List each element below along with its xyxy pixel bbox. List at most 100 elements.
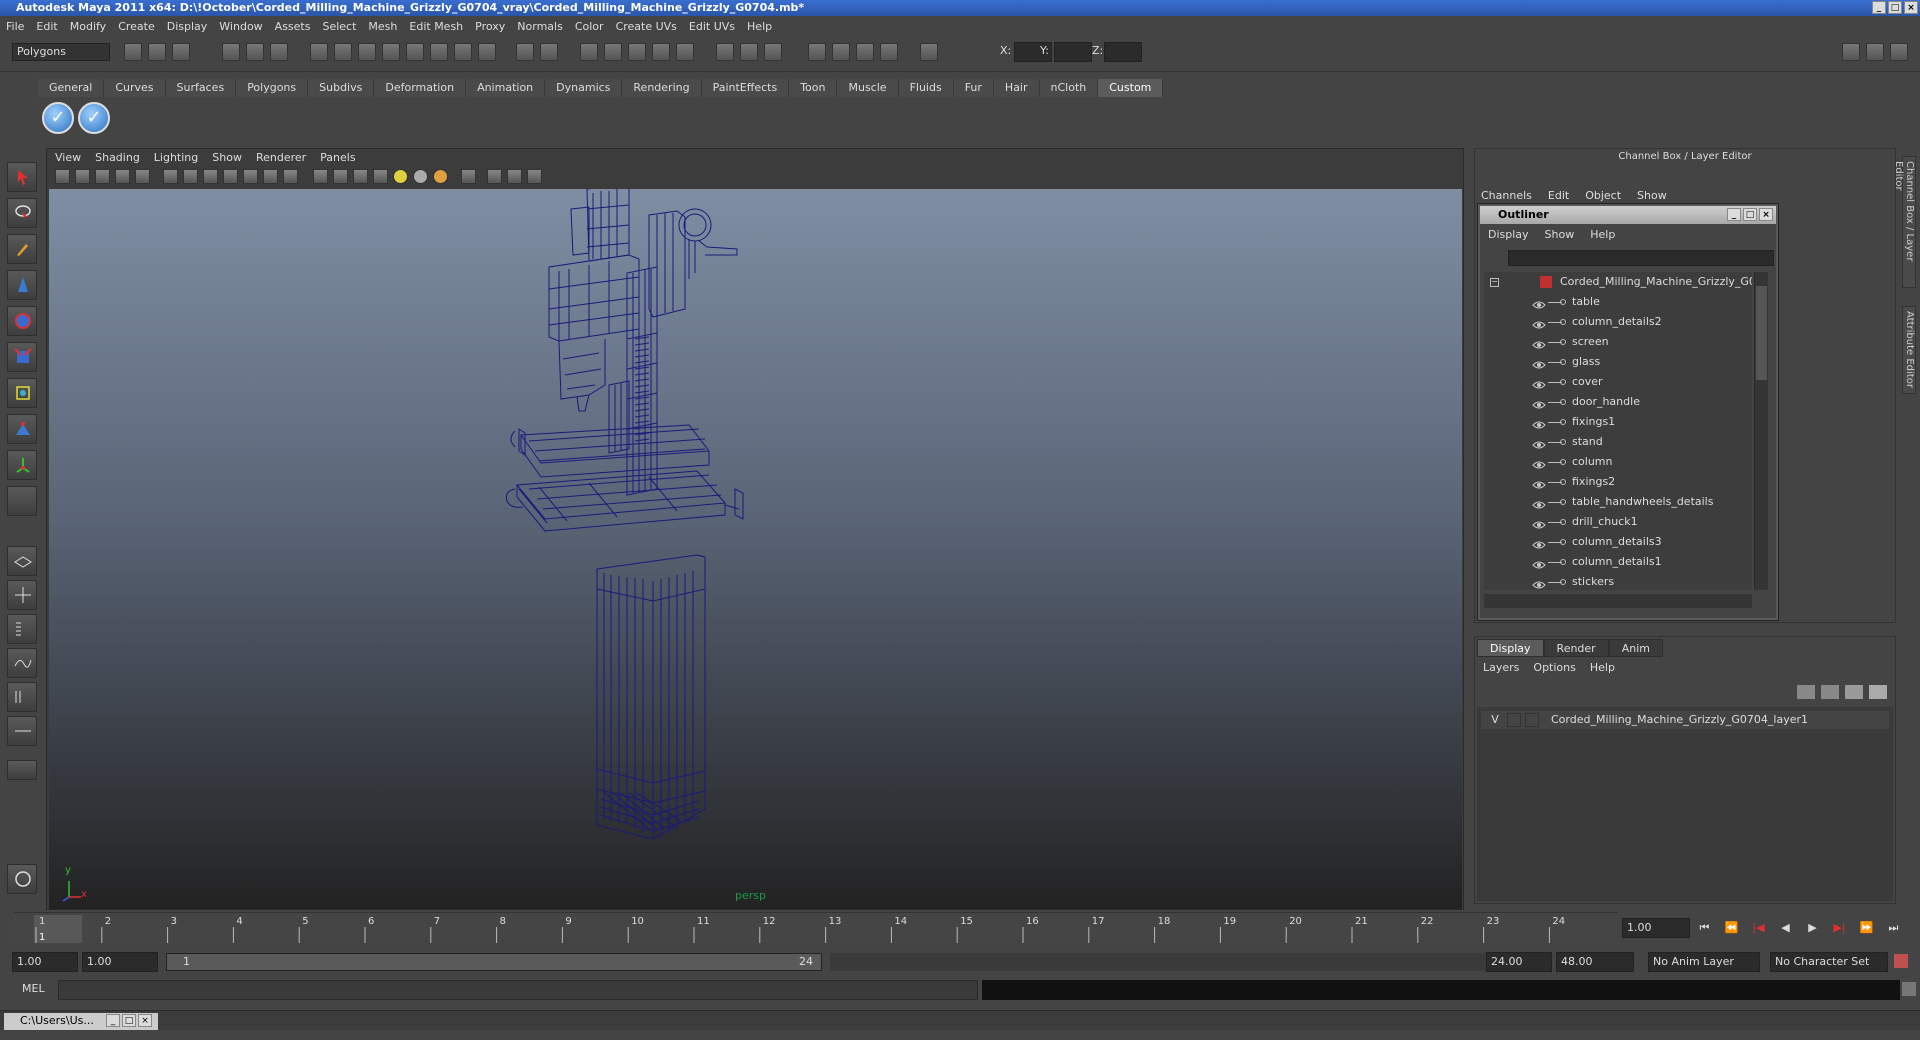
shelf-tab-ncloth[interactable]: nCloth [1039, 79, 1099, 97]
maximize-button[interactable]: □ [1888, 1, 1902, 14]
gate-mask-icon[interactable] [223, 169, 238, 184]
rename-icon[interactable] [764, 43, 782, 61]
safe-action-icon[interactable] [263, 169, 278, 184]
range-start-field[interactable]: 1.00 [12, 952, 78, 972]
panel-menu-view[interactable]: View [55, 149, 81, 167]
layer-row[interactable]: V Corded_Milling_Machine_Grizzly_G0704_l… [1481, 711, 1889, 729]
shelf-tab-fur[interactable]: Fur [953, 79, 994, 97]
layer-help-menu[interactable]: Help [1590, 661, 1615, 674]
share-icon[interactable] [527, 169, 542, 184]
shelf-tab-general[interactable]: General [38, 79, 105, 97]
layer-visibility-toggle[interactable]: V [1487, 711, 1503, 729]
image-plane-icon[interactable] [115, 169, 130, 184]
panel-menu-lighting[interactable]: Lighting [154, 149, 198, 167]
rotate-tool-icon[interactable] [7, 306, 37, 336]
move-layer-up-icon[interactable] [1797, 685, 1815, 699]
move-layer-down-icon[interactable] [1821, 685, 1839, 699]
mel-label[interactable]: MEL [22, 982, 45, 995]
outliner-root-item[interactable]: − Corded_Milling_Machine_Grizzly_G0704 [1484, 272, 1752, 292]
toggle-channel-box-icon[interactable] [1842, 43, 1860, 61]
layout-four-icon[interactable] [7, 580, 37, 610]
outliner-menu-help[interactable]: Help [1590, 228, 1615, 241]
outliner-item[interactable]: column_details3 [1484, 532, 1752, 552]
channels-menu[interactable]: Channels [1481, 189, 1532, 202]
menu-display[interactable]: Display [167, 20, 208, 33]
outliner-item[interactable]: table_handwheels_details [1484, 492, 1752, 512]
new-layer-from-selection-icon[interactable] [1869, 685, 1887, 699]
select-tool-icon[interactable] [7, 162, 37, 192]
outliner-menu-show[interactable]: Show [1545, 228, 1575, 241]
shelf-tab-muscle[interactable]: Muscle [837, 79, 899, 97]
isolate-select-icon[interactable] [507, 169, 522, 184]
outliner-minimize-button[interactable]: _ [1727, 208, 1741, 221]
shelf-tab-surfaces[interactable]: Surfaces [165, 79, 237, 97]
shelf-check-icon-1[interactable]: ✓ [42, 102, 74, 134]
side-tab-attribute-editor[interactable]: Attribute Editor [1902, 306, 1916, 394]
outliner-item[interactable]: column_details1 [1484, 552, 1752, 572]
step-back-key-icon[interactable]: |◀ [1748, 920, 1769, 936]
scale-tool-icon[interactable] [7, 342, 37, 372]
outliner-item[interactable]: screen [1484, 332, 1752, 352]
step-forward-frame-icon[interactable]: ⏩ [1856, 920, 1877, 936]
wireframe-shading-icon[interactable] [313, 169, 328, 184]
outliner-vertical-scrollbar[interactable] [1754, 272, 1768, 590]
bookmark-icon[interactable] [95, 169, 110, 184]
xray-icon[interactable] [461, 169, 476, 184]
default-lighting-icon[interactable] [393, 169, 408, 184]
wireframe-icon[interactable] [832, 43, 850, 61]
script-editor-icon[interactable] [1902, 982, 1916, 996]
time-slider[interactable]: 1 2 3 4 5 6 7 8 9 10 11 12 13 14 15 16 17 18 19 20 21 22 23 24 1 [14, 912, 1618, 944]
menu-set-dropdown[interactable]: Polygons [12, 43, 110, 61]
field-chart-icon[interactable] [243, 169, 258, 184]
outliner-item[interactable]: drill_chuck1 [1484, 512, 1752, 532]
smooth-shading-icon[interactable] [333, 169, 348, 184]
outliner-item[interactable]: fixings2 [1484, 472, 1752, 492]
film-gate-icon[interactable] [183, 169, 198, 184]
snap-point-icon[interactable] [358, 43, 376, 61]
select-by-component-icon[interactable] [270, 43, 288, 61]
shelf-tab-custom[interactable]: Custom [1098, 79, 1164, 97]
scrollbar-thumb[interactable] [1756, 286, 1767, 380]
menu-mesh[interactable]: Mesh [368, 20, 397, 33]
auto-key-icon[interactable] [1894, 954, 1908, 968]
layer-type-toggle[interactable] [1507, 713, 1521, 727]
wireframe-on-shaded-icon[interactable] [353, 169, 368, 184]
anim-layer-dropdown[interactable]: No Anim Layer [1648, 952, 1760, 972]
panel-menu-shading[interactable]: Shading [95, 149, 140, 167]
menu-edit-uvs[interactable]: Edit UVs [689, 20, 735, 33]
shelf-tab-rendering[interactable]: Rendering [622, 79, 702, 97]
new-scene-icon[interactable] [124, 43, 142, 61]
outliner-item[interactable]: column_details2 [1484, 312, 1752, 332]
menu-proxy[interactable]: Proxy [475, 20, 505, 33]
play-backwards-icon[interactable]: ◀ [1775, 920, 1796, 936]
snap-plane-icon[interactable] [382, 43, 400, 61]
move-tool-icon[interactable] [7, 270, 37, 300]
channels-edit-menu[interactable]: Edit [1548, 189, 1569, 202]
shelf-check-icon-2[interactable]: ✓ [78, 102, 110, 134]
channels-show-menu[interactable]: Show [1637, 189, 1667, 202]
render-settings-icon[interactable] [540, 43, 558, 61]
textured-icon[interactable] [373, 169, 388, 184]
menu-modify[interactable]: Modify [70, 20, 106, 33]
shelf-tab-polygons[interactable]: Polygons [236, 79, 309, 97]
camera-attributes-icon[interactable] [75, 169, 90, 184]
resolution-gate-icon[interactable] [203, 169, 218, 184]
grid-display-icon[interactable] [163, 169, 178, 184]
shelf-tab-painteffects[interactable]: PaintEffects [701, 79, 790, 97]
soft-modification-icon[interactable] [7, 414, 37, 444]
lasso-tool-icon[interactable] [7, 198, 37, 228]
outliner-item[interactable]: glass [1484, 352, 1752, 372]
shelf-tab-deformation[interactable]: Deformation [374, 79, 467, 97]
render-current-frame-icon[interactable] [580, 43, 598, 61]
help-icon[interactable] [478, 43, 496, 61]
layout-outliner-persp-icon[interactable] [7, 614, 37, 644]
isolate-icon[interactable] [135, 169, 150, 184]
high-quality-icon[interactable] [487, 169, 502, 184]
layer-options-menu[interactable]: Options [1533, 661, 1575, 674]
construction-history-icon[interactable] [516, 43, 534, 61]
outliner-item[interactable]: stand [1484, 432, 1752, 452]
render-globals-icon[interactable] [676, 43, 694, 61]
outliner-maximize-button[interactable]: □ [1743, 208, 1757, 221]
range-slider-bar[interactable]: 1 24 [166, 953, 822, 971]
shelf-tab-toon[interactable]: Toon [789, 79, 838, 97]
